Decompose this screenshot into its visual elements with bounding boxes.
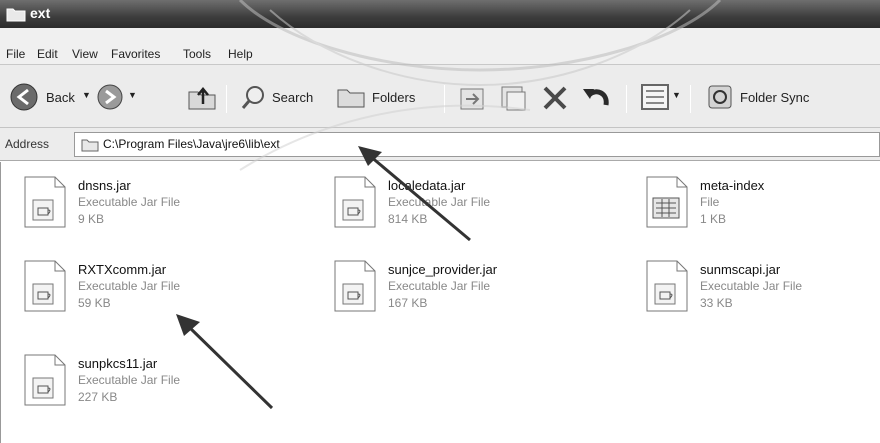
file-type: Executable Jar File	[700, 279, 803, 293]
views-icon[interactable]	[640, 83, 670, 111]
search-icon[interactable]	[240, 84, 268, 112]
views-dropdown-icon[interactable]: ▼	[672, 90, 681, 100]
window-title: ext	[30, 5, 51, 21]
file-item[interactable]: sunjce_provider.jar Executable Jar File …	[333, 260, 593, 322]
address-label: Address	[5, 137, 50, 151]
address-bar: Address C:\Program Files\Java\jre6\lib\e…	[0, 128, 880, 161]
file-name: localedata.jar	[388, 178, 466, 193]
file-item[interactable]: meta-index File 1 KB	[645, 176, 880, 238]
file-size: 59 KB	[78, 296, 111, 310]
file-name: RXTXcomm.jar	[78, 262, 167, 277]
file-name: sunjce_provider.jar	[388, 262, 498, 277]
menu-tools[interactable]: Tools	[183, 47, 211, 61]
file-size: 33 KB	[700, 296, 733, 310]
folders-button[interactable]: Folders	[372, 90, 415, 105]
move-to-icon[interactable]	[458, 83, 490, 113]
search-button[interactable]: Search	[272, 90, 313, 105]
up-folder-icon[interactable]	[186, 82, 218, 112]
folder-sync-icon[interactable]	[706, 83, 734, 111]
file-type: Executable Jar File	[388, 279, 491, 293]
back-dropdown-icon[interactable]: ▼	[82, 90, 91, 100]
file-name: meta-index	[700, 178, 765, 193]
file-name: sunmscapi.jar	[700, 262, 781, 277]
menu-edit[interactable]: Edit	[37, 47, 58, 61]
folder-sync-button[interactable]: Folder Sync	[740, 90, 809, 105]
copy-to-icon[interactable]	[498, 83, 530, 113]
file-item[interactable]: sunpkcs11.jar Executable Jar File 227 KB	[23, 354, 283, 416]
jar-file-icon	[334, 260, 376, 312]
file-name: dnsns.jar	[78, 178, 131, 193]
file-size: 167 KB	[388, 296, 428, 310]
forward-dropdown-icon[interactable]: ▼	[128, 90, 137, 100]
generic-file-icon	[646, 176, 688, 228]
file-name: sunpkcs11.jar	[78, 356, 158, 371]
jar-file-icon	[334, 176, 376, 228]
file-item[interactable]: localedata.jar Executable Jar File 814 K…	[333, 176, 593, 238]
delete-icon[interactable]	[540, 83, 570, 113]
address-path: C:\Program Files\Java\jre6\lib\ext	[103, 137, 280, 151]
address-field[interactable]: C:\Program Files\Java\jre6\lib\ext	[74, 132, 880, 157]
jar-file-icon	[24, 260, 66, 312]
title-bar: ext	[0, 0, 880, 28]
back-button[interactable]: Back	[46, 90, 75, 105]
file-size: 814 KB	[388, 212, 428, 226]
toolbar: Back ▼ ▼ Search Folders ▼ Folder Sync	[0, 65, 880, 128]
file-size: 227 KB	[78, 390, 118, 404]
folder-icon	[81, 139, 99, 152]
menu-view[interactable]: View	[72, 47, 98, 61]
menu-favorites[interactable]: Favorites	[111, 47, 160, 61]
undo-icon[interactable]	[580, 83, 614, 113]
menu-bar: File Edit View Favorites Tools Help	[0, 28, 880, 65]
file-type: Executable Jar File	[78, 279, 181, 293]
jar-file-icon	[24, 354, 66, 406]
folder-icon	[6, 8, 26, 22]
file-list: dnsns.jar Executable Jar File 9 KB local…	[0, 162, 880, 443]
file-type: Executable Jar File	[388, 195, 491, 209]
file-type: Executable Jar File	[78, 195, 181, 209]
menu-file[interactable]: File	[6, 47, 25, 61]
file-type: Executable Jar File	[78, 373, 181, 387]
file-item[interactable]: RXTXcomm.jar Executable Jar File 59 KB	[23, 260, 283, 322]
jar-file-icon	[24, 176, 66, 228]
file-item[interactable]: sunmscapi.jar Executable Jar File 33 KB	[645, 260, 880, 322]
file-size: 1 KB	[700, 212, 727, 226]
file-type: File	[700, 195, 720, 209]
file-item[interactable]: dnsns.jar Executable Jar File 9 KB	[23, 176, 283, 238]
jar-file-icon	[646, 260, 688, 312]
file-size: 9 KB	[78, 212, 105, 226]
menu-help[interactable]: Help	[228, 47, 253, 61]
folders-icon[interactable]	[336, 84, 366, 110]
back-arrow-icon[interactable]	[9, 82, 39, 112]
forward-arrow-icon[interactable]	[96, 83, 124, 111]
